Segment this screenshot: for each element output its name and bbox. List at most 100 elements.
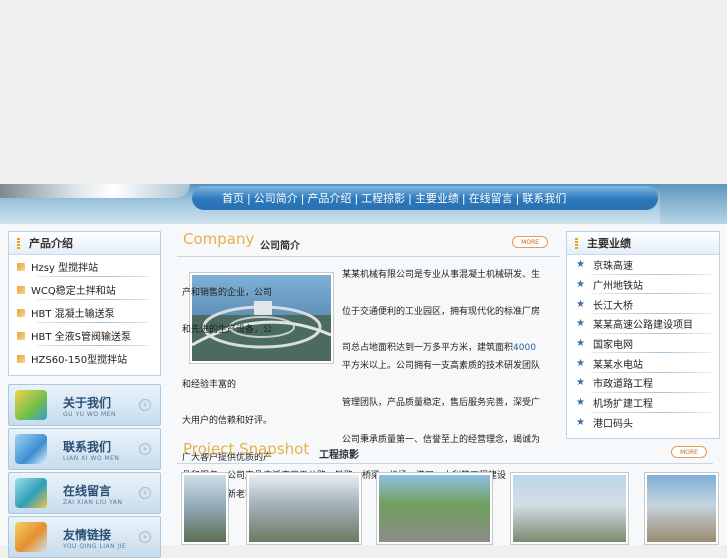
- project-thumb[interactable]: [181, 472, 229, 545]
- achievement-label: 长江大桥: [592, 300, 633, 312]
- product-item[interactable]: HBT 混凝土输送泵: [9, 301, 160, 324]
- nav-item-home[interactable]: 首页: [222, 190, 244, 206]
- product-item[interactable]: HBT 全液S管阀输送泵: [9, 324, 160, 347]
- product-bullet-icon: [17, 331, 25, 340]
- project-title-en: Project Snapshot: [183, 440, 310, 458]
- car-icon: [15, 434, 47, 464]
- achievement-label: 市政道路工程: [592, 379, 653, 391]
- achievement-item[interactable]: ★ 广州地铁站: [567, 275, 719, 295]
- intro-line: 某某机械有限公司是专业从事混凝土机械研发、生产和销售的企业，公司: [182, 270, 541, 299]
- intro-line: 位于交通便利的工业园区，拥有现代化的标准厂房和先进的生产设备，公: [182, 306, 541, 335]
- nav-item-products[interactable]: 产品介绍: [307, 190, 351, 206]
- main-nav: 首页 | 公司简介 | 产品介绍 | 工程掠影 | 主要业绩 | 在线留言 | 联系我们: [192, 186, 658, 210]
- achievements-panel-header: 主要业绩: [567, 232, 719, 255]
- divider: [177, 256, 560, 257]
- project-thumb[interactable]: [376, 472, 493, 545]
- achievement-item[interactable]: ★ 长江大桥: [567, 294, 719, 315]
- achievement-label: 某某高速公路建设项目: [592, 320, 693, 332]
- project-more-button[interactable]: MORE: [671, 446, 707, 458]
- banner-bridge-image: [0, 184, 190, 198]
- achievement-label: 机场扩建工程: [592, 399, 653, 411]
- chevron-right-icon: ›: [139, 443, 151, 455]
- product-item[interactable]: Hzsy 型搅拌站: [9, 255, 160, 278]
- product-item[interactable]: HZS60-150型搅拌站: [9, 347, 160, 370]
- nav-separator: |: [247, 191, 251, 205]
- star-icon: ★: [576, 397, 585, 409]
- nav-separator: |: [515, 191, 520, 205]
- achievement-item[interactable]: ★ 国家电网: [567, 334, 719, 354]
- chevron-right-icon: ›: [139, 399, 151, 411]
- star-icon: ★: [576, 416, 585, 428]
- contact-us-button[interactable]: 联系我们 LIAN XI WO MEN ›: [8, 428, 161, 470]
- product-item-label: HBT 全液S管阀输送泵: [31, 332, 132, 343]
- divider: [37, 276, 148, 277]
- divider: [177, 463, 713, 464]
- products-panel-title: 产品介绍: [29, 237, 73, 250]
- message-label: 在线留言: [63, 484, 112, 498]
- achievements-panel-title: 主要业绩: [587, 237, 631, 250]
- achievement-label: 港口码头: [592, 418, 633, 430]
- product-item-label: WCQ稳定土拌和站: [31, 286, 116, 297]
- project-thumb[interactable]: [246, 472, 362, 545]
- nav-item-about[interactable]: 公司简介: [254, 190, 298, 206]
- company-intro: 某某机械有限公司是专业从事混凝土机械研发、生产和销售的企业，公司 位于交通便利的…: [182, 266, 548, 504]
- about-us-pinyin: GU YU WO MEN: [63, 411, 116, 418]
- links-label: 友情链接: [63, 528, 112, 542]
- book-icon: [15, 478, 47, 508]
- project-thumb[interactable]: [644, 472, 719, 545]
- divider: [37, 322, 148, 323]
- project-title-cn: 工程掠影: [319, 450, 359, 461]
- star-icon: ★: [576, 377, 585, 389]
- project-thumb[interactable]: [510, 472, 629, 545]
- nav-item-contact[interactable]: 联系我们: [522, 190, 566, 206]
- intro-line: 平方米以上。公司拥有一支高素质的技术研发团队和经验丰富的: [182, 361, 541, 390]
- company-more-button[interactable]: MORE: [512, 236, 548, 248]
- intro-line: 管理团队，产品质量稳定，售后服务完善，深受广大用户的信赖和好评。: [182, 398, 541, 427]
- nav-item-achievements[interactable]: 主要业绩: [415, 190, 459, 206]
- products-panel: 产品介绍 Hzsy 型搅拌站 WCQ稳定土拌和站 HBT 混凝土输送泵 HBT …: [8, 231, 161, 376]
- about-us-button[interactable]: 关于我们 GU YU WO MEN ›: [8, 384, 161, 426]
- achievement-item[interactable]: ★ 京珠高速: [567, 255, 719, 275]
- achievement-item[interactable]: ★ 机场扩建工程: [567, 393, 719, 413]
- project-thumb-image: [249, 475, 359, 542]
- star-icon: ★: [576, 279, 585, 291]
- nav-item-message[interactable]: 在线留言: [469, 190, 513, 206]
- product-bullet-icon: [17, 285, 25, 294]
- links-button[interactable]: 友情链接 YOU QING LIAN JIE ›: [8, 516, 161, 558]
- achievements-panel: 主要业绩 ★ 京珠高速 ★ 广州地铁站 ★ 长江大桥 ★ 某某高速公路建设项目 ★ 国家电…: [566, 231, 720, 439]
- divider: [37, 345, 148, 346]
- intro-line: 司总占地面积达到一万多平方米，建筑面积: [342, 343, 514, 354]
- achievement-item[interactable]: ★ 市政道路工程: [567, 373, 719, 393]
- product-item[interactable]: WCQ稳定土拌和站: [9, 278, 160, 301]
- nav-separator: |: [300, 191, 305, 205]
- links-pinyin: YOU QING LIAN JIE: [63, 543, 127, 550]
- coins-icon: [15, 522, 47, 552]
- product-bullet-icon: [17, 354, 25, 363]
- star-icon: ★: [576, 338, 585, 350]
- company-title-en: Company: [183, 230, 255, 248]
- star-icon: ★: [576, 259, 585, 271]
- product-item-label: HZS60-150型搅拌站: [31, 355, 128, 366]
- project-thumb-image: [647, 475, 716, 542]
- books-icon: [15, 390, 47, 420]
- achievement-label: 某某水电站: [592, 359, 643, 371]
- message-button[interactable]: 在线留言 ZAI XIAN LIU YAN ›: [8, 472, 161, 514]
- star-icon: ★: [576, 318, 585, 330]
- chevron-right-icon: ›: [139, 531, 151, 543]
- contact-us-pinyin: LIAN XI WO MEN: [63, 455, 120, 462]
- products-panel-header: 产品介绍: [9, 232, 160, 255]
- product-bullet-icon: [17, 262, 25, 271]
- chevron-right-icon: ›: [139, 487, 151, 499]
- achievement-item[interactable]: ★ 港口码头: [567, 413, 719, 433]
- achievement-item[interactable]: ★ 某某水电站: [567, 353, 719, 374]
- project-thumb-image: [184, 475, 226, 542]
- divider: [37, 299, 148, 300]
- achievement-item[interactable]: ★ 某某高速公路建设项目: [567, 314, 719, 334]
- about-us-label: 关于我们: [63, 396, 112, 410]
- header-bar-icon: [17, 237, 20, 249]
- nav-item-projects[interactable]: 工程掠影: [361, 190, 405, 206]
- achievement-label: 广州地铁站: [592, 281, 643, 293]
- project-thumb-image: [513, 475, 626, 542]
- star-icon: ★: [576, 298, 585, 310]
- product-item-label: Hzsy 型搅拌站: [31, 263, 99, 274]
